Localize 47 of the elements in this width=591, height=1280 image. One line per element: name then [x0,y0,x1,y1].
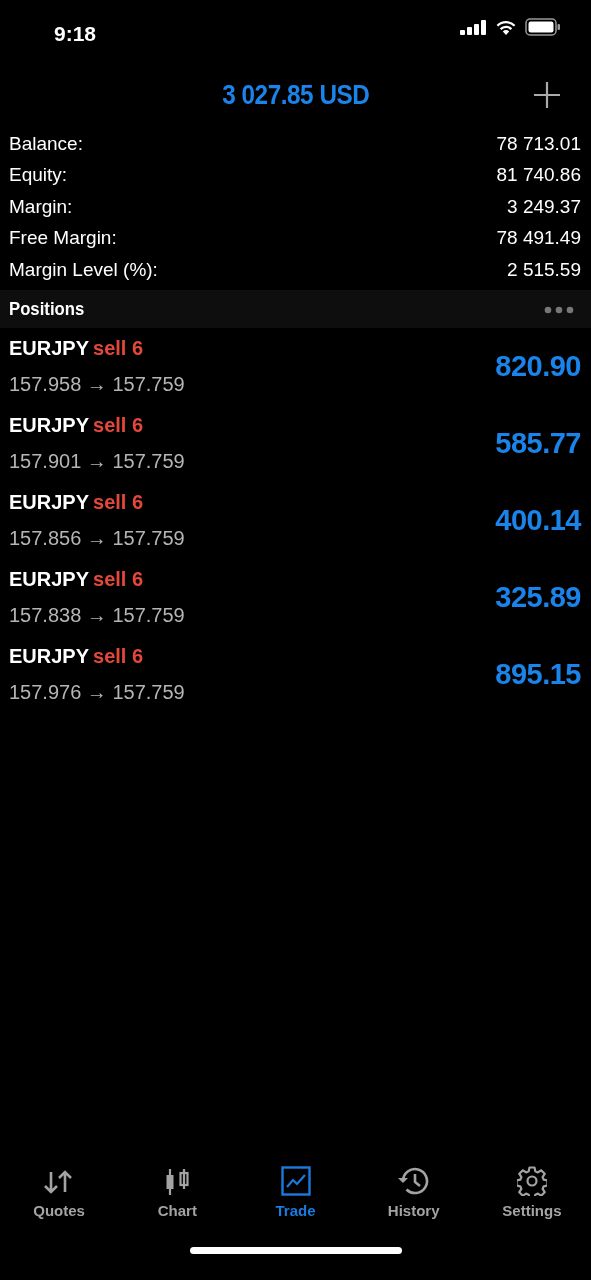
balance-title: 3 027.85 USD [221,78,370,112]
profit-value: 400.14 [495,502,581,538]
more-icon[interactable] [544,305,574,314]
position-symbol: EURJPY [9,336,90,362]
price-range: 157.976 → 157.759 [9,680,185,706]
order-type: sell 6 [93,644,144,670]
tab-button[interactable]: Chart [118,1164,237,1244]
wifi-icon [495,19,517,35]
section-title: Positions [9,296,85,321]
position-symbol: EURJPY [9,644,90,670]
price-range: 157.901 → 157.759 [9,449,185,475]
candlestick-icon [165,1168,190,1196]
price-range: 157.856 → 157.759 [9,526,185,552]
profit-value: 820.90 [495,348,581,384]
tab-button[interactable]: History [354,1164,473,1244]
profit-value: 585.77 [495,425,581,461]
line-chart-icon [280,1166,311,1196]
position-symbol: EURJPY [9,413,90,439]
order-type: sell 6 [93,567,144,593]
settings-icon [516,1166,547,1196]
summary-value: 3 249.37 [507,194,581,219]
profit-value: 325.89 [495,579,581,615]
price-range: 157.958 → 157.759 [9,372,185,398]
tab-button[interactable]: Quotes [0,1164,119,1244]
status-time: 9:18 [54,21,97,47]
summary-value: 78 491.49 [496,226,581,251]
tab-button[interactable]: Settings [472,1164,591,1244]
summary-label: Margin Level (%): [9,257,158,282]
position-symbol: EURJPY [9,567,90,593]
order-type: sell 6 [93,490,144,516]
profit-value: 895.15 [495,656,581,692]
history-icon [396,1166,431,1196]
summary-label: Free Margin: [9,226,117,251]
signal-icon [460,19,487,35]
summary-label: Margin: [9,194,73,219]
order-type: sell 6 [93,413,144,439]
summary-label: Balance: [9,131,83,156]
order-type: sell 6 [93,336,144,362]
battery-icon [525,18,561,36]
summary-value: 2 515.59 [507,257,581,282]
price-range: 157.838 → 157.759 [9,603,185,629]
tab-button[interactable]: Trade [236,1164,355,1244]
position-symbol: EURJPY [9,490,90,516]
summary-value: 81 740.86 [496,163,581,188]
summary-label: Equity: [9,163,68,188]
summary-value: 78 713.01 [496,131,581,156]
add-icon[interactable] [533,81,561,109]
